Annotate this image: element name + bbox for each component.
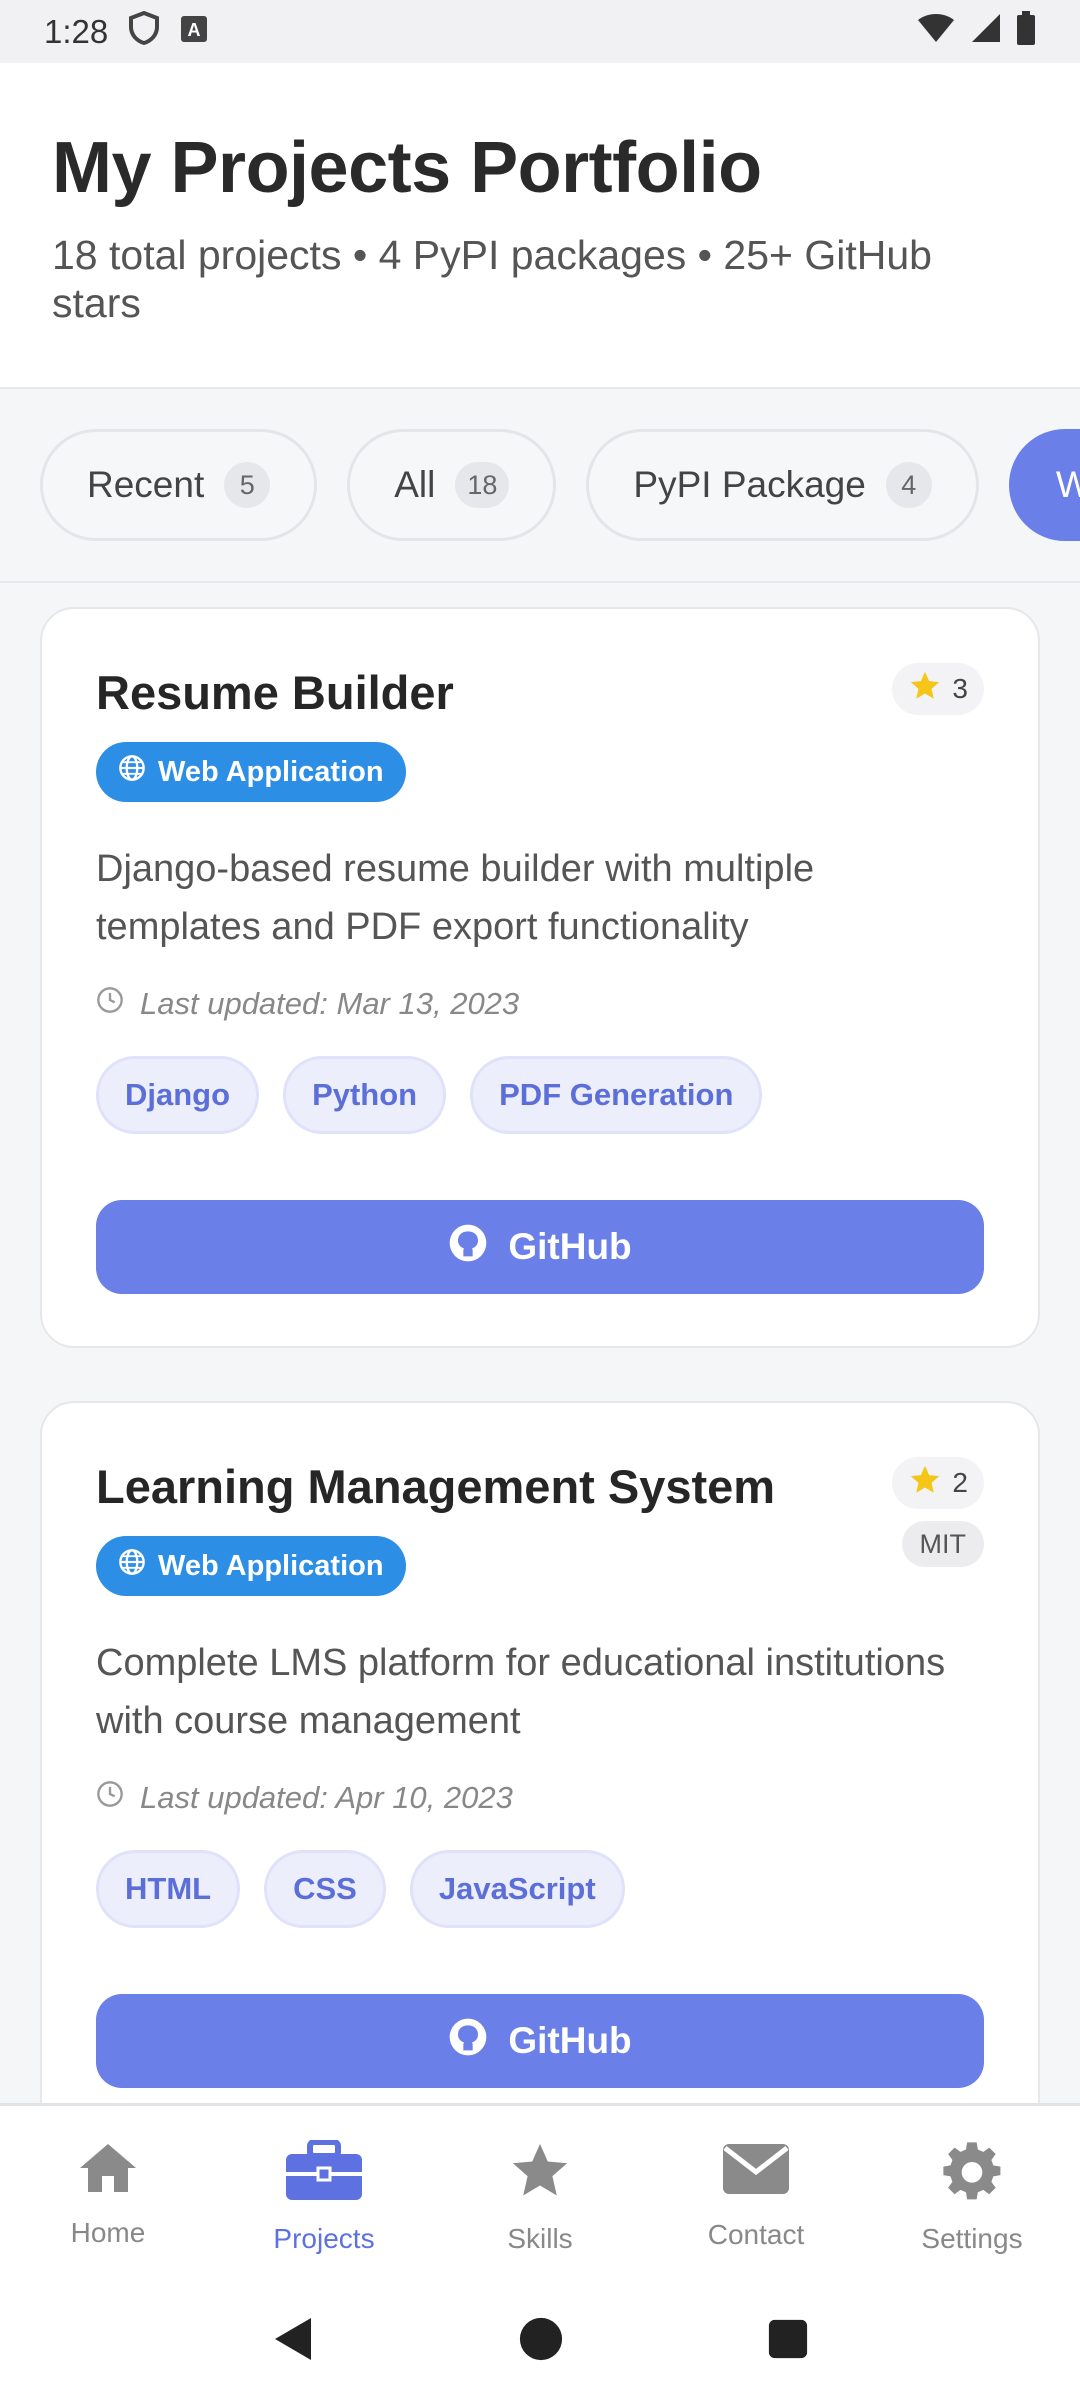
filter-chip-count: 4 (885, 462, 932, 508)
briefcase-icon (284, 2139, 364, 2209)
status-bar: 1:28 A (0, 0, 1080, 63)
page-title: My Projects Portfolio (52, 128, 762, 208)
project-card: Learning Management System 2 MIT Web App… (40, 1401, 1040, 2103)
github-button-label: GitHub (508, 1226, 632, 1267)
project-title: Resume Builder (96, 666, 454, 719)
system-nav-bar (0, 2283, 1080, 2400)
tech-tag: CSS (264, 1850, 386, 1928)
tech-tags: HTML CSS JavaScript (96, 1850, 984, 1928)
nav-item-contact[interactable]: Contact (648, 2106, 864, 2283)
filter-chip-label: All (394, 464, 436, 505)
filter-chip-label: Recent (87, 464, 205, 505)
github-button[interactable]: GitHub (96, 1994, 984, 2088)
tech-tag: HTML (96, 1850, 241, 1928)
github-icon (448, 2017, 488, 2066)
tech-tag: Django (96, 1056, 260, 1134)
star-icon (908, 669, 942, 710)
star-count: 2 (952, 1467, 968, 1498)
filter-chip-recent[interactable]: Recent 5 (40, 429, 318, 541)
project-description: Django-based resume builder with multipl… (96, 848, 815, 948)
star-icon (908, 1463, 942, 1504)
shield-icon (128, 10, 160, 53)
nav-item-settings[interactable]: Settings (864, 2106, 1080, 2283)
last-updated: Last updated: Apr 10, 2023 (96, 1780, 984, 1816)
tech-tags: Django Python PDF Generation (96, 1056, 984, 1134)
last-updated-text: Last updated: Apr 10, 2023 (140, 1780, 513, 1815)
filter-chip-all[interactable]: All 18 (347, 429, 557, 541)
tech-tag: JavaScript (409, 1850, 625, 1928)
project-title: Learning Management System (96, 1460, 776, 1513)
nav-label: Skills (507, 2223, 573, 2254)
nav-label: Home (70, 2217, 146, 2248)
project-type-label: Web Application (158, 755, 384, 788)
status-time: 1:28 (44, 12, 109, 50)
page-subtitle: 18 total projects • 4 PyPI packages • 25… (52, 232, 932, 326)
last-updated: Last updated: Mar 13, 2023 (96, 986, 984, 1022)
nav-item-projects[interactable]: Projects (216, 2106, 432, 2283)
nav-label: Settings (921, 2223, 1023, 2254)
svg-text:A: A (188, 20, 201, 40)
back-icon[interactable] (271, 2314, 315, 2369)
home-icon (76, 2140, 140, 2203)
keyboard-a-icon: A (180, 13, 208, 51)
bottom-nav: Home Projects Skills Contact Settings (0, 2103, 1080, 2283)
github-icon (448, 1223, 488, 1272)
star-count-badge: 3 (892, 663, 984, 715)
project-type-badge: Web Application (96, 1536, 406, 1596)
filter-chip-web[interactable]: W (1008, 429, 1080, 541)
star-icon (508, 2140, 572, 2209)
star-count-badge: 2 (892, 1457, 984, 1509)
filter-chip-count: 18 (455, 462, 510, 508)
filter-bar: Recent 5 All 18 PyPI Package 4 W (0, 389, 1080, 583)
tech-tag: Python (283, 1056, 447, 1134)
license-badge: MIT (901, 1521, 984, 1567)
github-button-label: GitHub (508, 2020, 632, 2061)
wifi-icon (916, 12, 956, 52)
page-header: My Projects Portfolio 18 total projects … (0, 63, 1080, 389)
tech-tag: PDF Generation (470, 1056, 763, 1134)
nav-item-home[interactable]: Home (0, 2106, 216, 2283)
nav-label: Contact (707, 2219, 805, 2250)
nav-label: Projects (273, 2223, 375, 2254)
github-button[interactable]: GitHub (96, 1200, 984, 1294)
clock-icon (96, 1780, 124, 1816)
filter-chip-label: W (1056, 464, 1080, 506)
filter-chip-count: 5 (224, 462, 271, 508)
project-type-badge: Web Application (96, 742, 406, 802)
star-count: 3 (952, 673, 968, 704)
project-type-label: Web Application (158, 1549, 384, 1582)
clock-icon (96, 986, 124, 1022)
filter-chip-label: PyPI Package (633, 464, 866, 505)
project-card: Resume Builder 3 Web Application Django-… (40, 607, 1040, 1348)
globe-icon (118, 1548, 146, 1584)
project-description: Complete LMS platform for educational in… (96, 1642, 946, 1742)
battery-icon (1016, 10, 1036, 53)
gear-icon (941, 2140, 1003, 2209)
project-list[interactable]: Resume Builder 3 Web Application Django-… (0, 585, 1080, 2103)
filter-chip-pypi[interactable]: PyPI Package 4 (586, 429, 979, 541)
globe-icon (118, 754, 146, 790)
home-circle-icon[interactable] (518, 2316, 564, 2367)
nav-item-skills[interactable]: Skills (432, 2106, 648, 2283)
recents-icon[interactable] (767, 2318, 809, 2365)
envelope-icon (721, 2140, 791, 2205)
last-updated-text: Last updated: Mar 13, 2023 (140, 986, 520, 1021)
signal-icon (970, 12, 1002, 52)
